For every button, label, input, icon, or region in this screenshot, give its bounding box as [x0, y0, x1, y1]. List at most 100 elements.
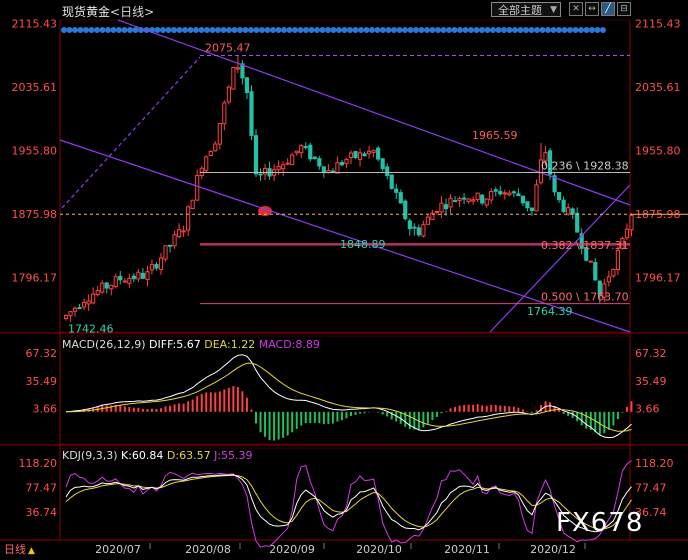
candle-body [498, 190, 503, 195]
chart-canvas[interactable]: 2115.43 2115.43 2035.61 2035.61 1955.80 1955.… [0, 0, 688, 560]
macd-dea-value: DEA:1.22 [204, 338, 256, 351]
candle-body [439, 202, 444, 213]
kdj-tick-right: 77.47 [635, 482, 667, 495]
marker-dot [385, 27, 392, 33]
candle-body [86, 300, 91, 305]
marker-dot [583, 27, 590, 33]
marker-dot [292, 27, 298, 33]
candle-body [471, 199, 476, 202]
candle-body [434, 211, 440, 214]
marker-dot [88, 27, 95, 33]
kdj-tick-left: 77.47 [26, 482, 58, 495]
candle-body [385, 166, 390, 176]
marker-dot [99, 27, 106, 33]
candle-body [285, 162, 290, 165]
marker-dot [358, 27, 364, 33]
candle-body [520, 195, 525, 204]
macd-params: MACD(26,12,9) [62, 338, 146, 351]
marker-dot [231, 27, 238, 33]
candle-body [330, 170, 335, 173]
trend-dashed-line [61, 56, 201, 209]
marker-dot [352, 27, 359, 33]
candle-body [131, 275, 136, 280]
candle-body [493, 189, 498, 192]
candle-body [158, 257, 164, 270]
macd-diff-value: DIFF:5.67 [149, 338, 201, 351]
marker-dot [182, 27, 188, 33]
candle-body [353, 151, 358, 159]
marker-dot [303, 27, 309, 33]
marker-dot [264, 27, 271, 33]
candle-body [308, 144, 313, 160]
candle-body [195, 174, 200, 201]
marker-dot [594, 27, 601, 33]
period-tab-label: 日线 [4, 543, 26, 556]
kdj-j-value: J:55.39 [214, 449, 253, 462]
candle-body [82, 301, 87, 308]
candle-body [448, 197, 453, 208]
candle-body [367, 150, 372, 155]
candle-body [77, 307, 82, 310]
candle-body [68, 311, 73, 317]
candle-body [380, 158, 385, 169]
candle-body [425, 216, 430, 225]
candle-body [222, 102, 227, 125]
marker-dot [517, 27, 524, 33]
marker-dot [501, 27, 507, 33]
price-tick-right: 2115.43 [635, 18, 681, 31]
label-swing-high: 1965.59 [472, 129, 518, 142]
marker-dot [347, 27, 353, 33]
candle-body [145, 271, 150, 280]
candle-body [534, 184, 539, 212]
label-fib-0236: 0.236 \ 1928.38 [541, 160, 629, 173]
candle-body [204, 156, 209, 171]
candle-body [575, 212, 580, 233]
marker-dot [275, 27, 282, 33]
marker-dot [446, 27, 452, 33]
candle-body [389, 174, 394, 189]
marker-dot [396, 27, 403, 33]
kdj-d-value: D:63.57 [166, 449, 211, 462]
candle-body [172, 234, 177, 247]
marker-dot [176, 27, 183, 33]
candle-body [615, 250, 620, 270]
marker-dot [402, 27, 408, 33]
candle-body [339, 162, 345, 166]
candle-body [208, 150, 213, 157]
macd-panel-frame [59, 335, 631, 445]
candle-body [502, 192, 507, 195]
candle-body [457, 198, 462, 202]
macd-tick-left: 3.66 [33, 403, 58, 416]
marker-dot [462, 27, 469, 33]
marker-dot [248, 27, 254, 33]
candle-body [421, 224, 426, 237]
candle-body [217, 122, 222, 145]
period-tab[interactable]: 日线 ▲ [2, 541, 37, 559]
marker-dot [556, 27, 562, 33]
marker-dot [435, 27, 441, 33]
marker-dot [215, 27, 221, 33]
candle-body [213, 143, 218, 152]
candle-body [253, 135, 259, 175]
candle-body [281, 164, 286, 170]
marker-dot [341, 27, 348, 33]
marker-dot [61, 27, 67, 33]
candle-body [312, 156, 317, 160]
marker-dot [77, 27, 84, 33]
marker-dot [418, 27, 425, 33]
candle-body [588, 260, 593, 263]
marker-dot [209, 27, 216, 33]
candle-body [118, 275, 123, 281]
candle-body [443, 204, 449, 210]
marker-dot [413, 27, 419, 33]
candle-body [489, 191, 494, 201]
marker-dot [451, 27, 458, 33]
marker-dot [424, 27, 430, 33]
date-tick: 2020/11 [444, 543, 490, 556]
candle-body [109, 284, 114, 290]
marker-dot [121, 27, 128, 33]
macd-diff-line [65, 354, 632, 439]
marker-dot [545, 27, 551, 33]
marker-dot [391, 27, 397, 33]
macd-dea-line [66, 362, 632, 432]
